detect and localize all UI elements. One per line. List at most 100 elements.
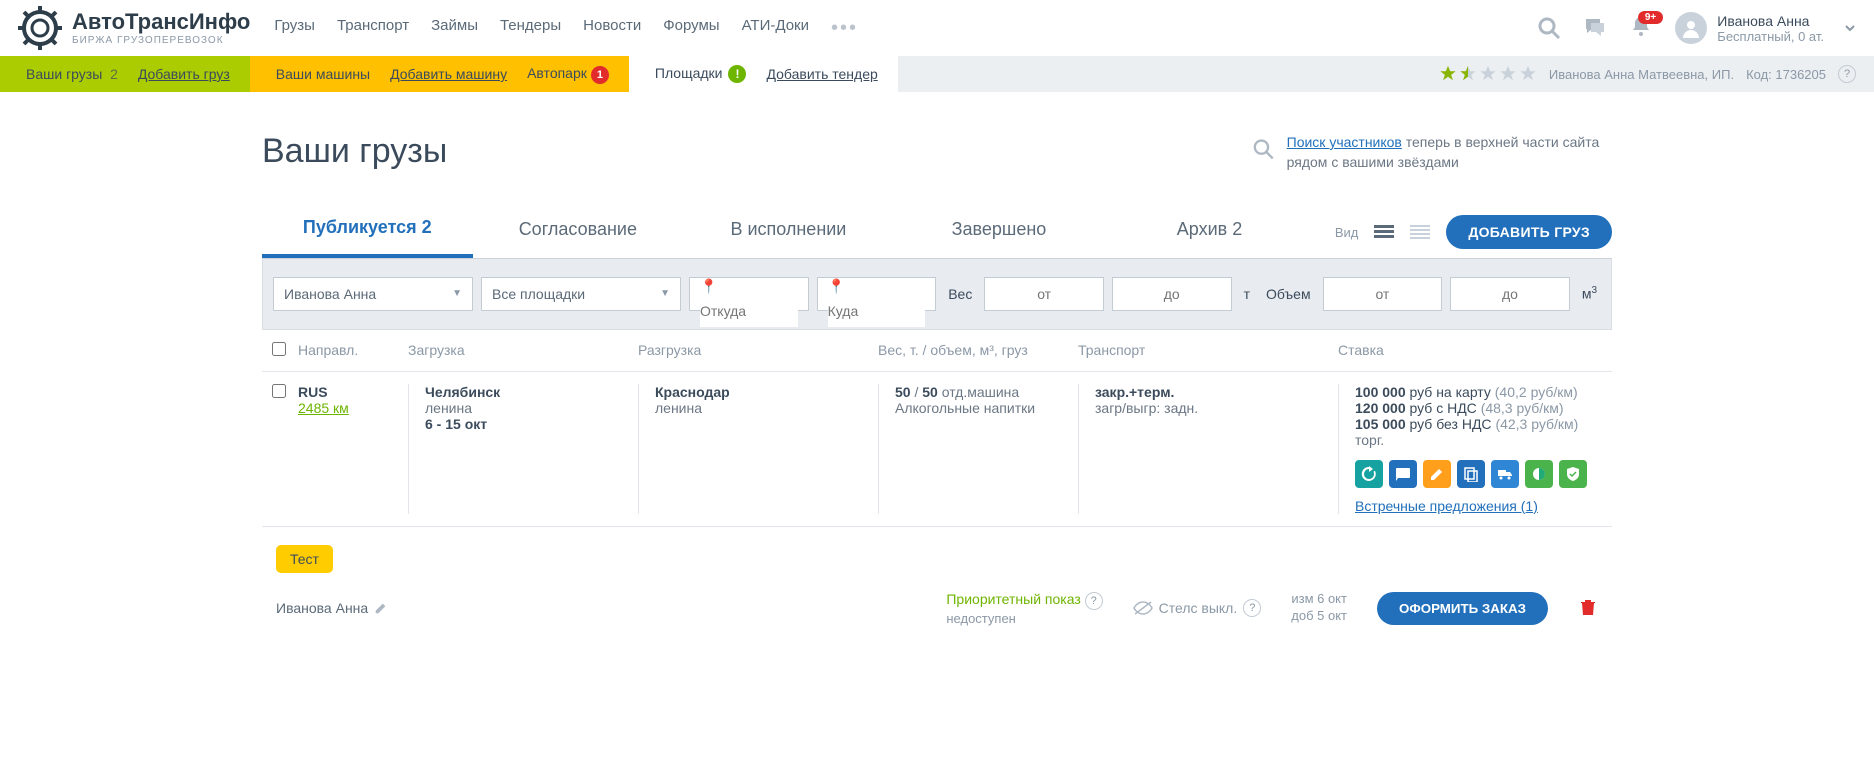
help-icon[interactable]: ? bbox=[1243, 599, 1261, 617]
tab-archive[interactable]: Архив 2 bbox=[1104, 209, 1315, 256]
view-compact-icon[interactable] bbox=[1410, 225, 1430, 239]
filter-from-input[interactable]: 📍 bbox=[689, 277, 809, 311]
add-tender-link[interactable]: Добавить тендер bbox=[766, 66, 877, 82]
tab-completed[interactable]: Завершено bbox=[894, 209, 1105, 256]
weight-to-input[interactable] bbox=[1112, 277, 1232, 311]
row-actions bbox=[1355, 460, 1590, 488]
page-title: Ваши грузы bbox=[262, 132, 447, 171]
logo[interactable]: АвтоТрансИнфо БИРЖА ГРУЗОПЕРЕВОЗОК bbox=[18, 6, 250, 50]
nav-cargo[interactable]: Грузы bbox=[274, 17, 315, 40]
add-truck-link[interactable]: Добавить машину bbox=[390, 66, 507, 82]
weight-from-input[interactable] bbox=[984, 277, 1104, 311]
star-icon bbox=[1439, 65, 1457, 83]
th-direction[interactable]: Направл. bbox=[298, 342, 408, 359]
seg-trucks: Ваши машины Добавить машину Автопарк1 bbox=[250, 56, 629, 92]
trans-loading: загр/выгр: задн. bbox=[1095, 400, 1326, 416]
unload-addr: ленина bbox=[655, 400, 866, 416]
help-icon[interactable]: ? bbox=[1838, 65, 1856, 83]
top-header: АвтоТрансИнфо БИРЖА ГРУЗОПЕРЕВОЗОК Грузы… bbox=[0, 0, 1874, 50]
seg-platforms: Площадки! Добавить тендер bbox=[629, 56, 898, 92]
delete-button[interactable] bbox=[1578, 597, 1598, 620]
priority-status: Приоритетный показ ? недоступен bbox=[946, 591, 1102, 626]
weight-label: Вес bbox=[944, 286, 976, 302]
th-transport[interactable]: Транспорт bbox=[1078, 342, 1338, 359]
nav-more-icon[interactable]: ••• bbox=[831, 17, 858, 40]
nav-news[interactable]: Новости bbox=[583, 17, 641, 40]
nav-forums[interactable]: Форумы bbox=[663, 17, 719, 40]
row-owner: Иванова Анна bbox=[276, 600, 368, 616]
view-label: Вид bbox=[1335, 225, 1359, 240]
add-cargo-button[interactable]: ДОБАВИТЬ ГРУЗ bbox=[1446, 215, 1612, 249]
edit-owner-icon[interactable] bbox=[374, 601, 388, 615]
brand-sub: БИРЖА ГРУЗОПЕРЕВОЗОК bbox=[72, 35, 250, 46]
search-participants-link[interactable]: Поиск участников bbox=[1287, 134, 1402, 150]
counter-offers-link[interactable]: Встречные предложения (1) bbox=[1355, 498, 1538, 514]
your-trucks-label[interactable]: Ваши машины bbox=[276, 66, 370, 82]
country: RUS bbox=[298, 384, 396, 400]
stealth-toggle[interactable]: Стелс выкл. ? bbox=[1133, 599, 1262, 617]
star-icon bbox=[1519, 65, 1537, 83]
truck-action[interactable] bbox=[1491, 460, 1519, 488]
th-weight[interactable]: Вес, т. / объем, м³, груз bbox=[878, 342, 1078, 359]
unload-city: Краснодар bbox=[655, 384, 866, 400]
th-unload[interactable]: Разгрузка bbox=[638, 342, 878, 359]
th-rate[interactable]: Ставка bbox=[1338, 342, 1602, 359]
notif-badge: 9+ bbox=[1638, 11, 1663, 24]
nav-transport[interactable]: Транспорт bbox=[337, 17, 409, 40]
row-checkbox[interactable] bbox=[272, 384, 286, 398]
chat-icon[interactable] bbox=[1583, 16, 1607, 40]
refresh-action[interactable] bbox=[1355, 460, 1383, 488]
load-date: 6 - 15 окт bbox=[425, 416, 626, 432]
star-icon bbox=[1479, 65, 1497, 83]
tab-agreement[interactable]: Согласование bbox=[473, 209, 684, 256]
nav-loans[interactable]: Займы bbox=[431, 17, 478, 40]
contrast-action[interactable] bbox=[1525, 460, 1553, 488]
load-addr: ленина bbox=[425, 400, 626, 416]
page-hint: Поиск участников теперь в верхней части … bbox=[1252, 132, 1612, 173]
your-cargo-label[interactable]: Ваши грузы bbox=[26, 66, 102, 82]
copy-action[interactable] bbox=[1457, 460, 1485, 488]
brand-name: АвтоТрансИнфо bbox=[72, 10, 250, 34]
chevron-down-icon bbox=[1844, 22, 1856, 34]
distance-link[interactable]: 2485 км bbox=[298, 400, 349, 416]
owner-code: Код: 1736205 bbox=[1746, 67, 1826, 82]
tabs: Публикуется 2 Согласование В исполнении … bbox=[262, 207, 1612, 259]
row-dates: изм 6 окт доб 5 окт bbox=[1291, 591, 1347, 625]
tab-publishing[interactable]: Публикуется 2 bbox=[262, 207, 473, 258]
shield-action[interactable] bbox=[1559, 460, 1587, 488]
th-load[interactable]: Загрузка bbox=[408, 342, 638, 359]
test-badge[interactable]: Тест bbox=[276, 545, 333, 573]
tab-inprogress[interactable]: В исполнении bbox=[683, 209, 894, 256]
unit-m3: м3 bbox=[1578, 285, 1601, 302]
edit-action[interactable] bbox=[1423, 460, 1451, 488]
filter-to-input[interactable]: 📍 bbox=[817, 277, 937, 311]
platforms-link[interactable]: Площадки! bbox=[655, 65, 747, 83]
your-cargo-count: 2 bbox=[110, 66, 118, 82]
autopark-badge: 1 bbox=[591, 66, 609, 84]
autopark-link[interactable]: Автопарк1 bbox=[527, 65, 609, 84]
pin-icon: 📍 bbox=[700, 278, 717, 294]
search-icon[interactable] bbox=[1537, 16, 1561, 40]
volume-to-input[interactable] bbox=[1450, 277, 1570, 311]
load-city: Челябинск bbox=[425, 384, 626, 400]
order-button[interactable]: ОФОРМИТЬ ЗАКАЗ bbox=[1377, 592, 1548, 625]
trans-type: закр.+терм. bbox=[1095, 384, 1326, 400]
filter-user-select[interactable]: Иванова Анна▼ bbox=[273, 277, 473, 311]
help-icon[interactable]: ? bbox=[1085, 592, 1103, 610]
view-list-icon[interactable] bbox=[1374, 225, 1394, 239]
message-action[interactable] bbox=[1389, 460, 1417, 488]
filter-platform-select[interactable]: Все площадки▼ bbox=[481, 277, 681, 311]
user-menu[interactable]: Иванова Анна Бесплатный, 0 ат. bbox=[1675, 12, 1856, 44]
select-all-checkbox[interactable] bbox=[272, 342, 286, 356]
table-header: Направл. Загрузка Разгрузка Вес, т. / об… bbox=[262, 330, 1612, 372]
bell-wrap[interactable]: 9+ bbox=[1629, 15, 1653, 42]
search-hint-icon bbox=[1252, 132, 1275, 166]
nav-tenders[interactable]: Тендеры bbox=[500, 17, 561, 40]
seg-cargo: Ваши грузы 2 Добавить груз bbox=[0, 56, 250, 92]
add-cargo-link[interactable]: Добавить груз bbox=[138, 66, 230, 82]
volume-from-input[interactable] bbox=[1323, 277, 1443, 311]
pin-icon: 📍 bbox=[828, 278, 845, 294]
rating-stars[interactable] bbox=[1439, 65, 1537, 83]
nav-docs[interactable]: АТИ-Доки bbox=[742, 17, 809, 40]
cargo-type: Алкогольные напитки bbox=[895, 400, 1066, 416]
